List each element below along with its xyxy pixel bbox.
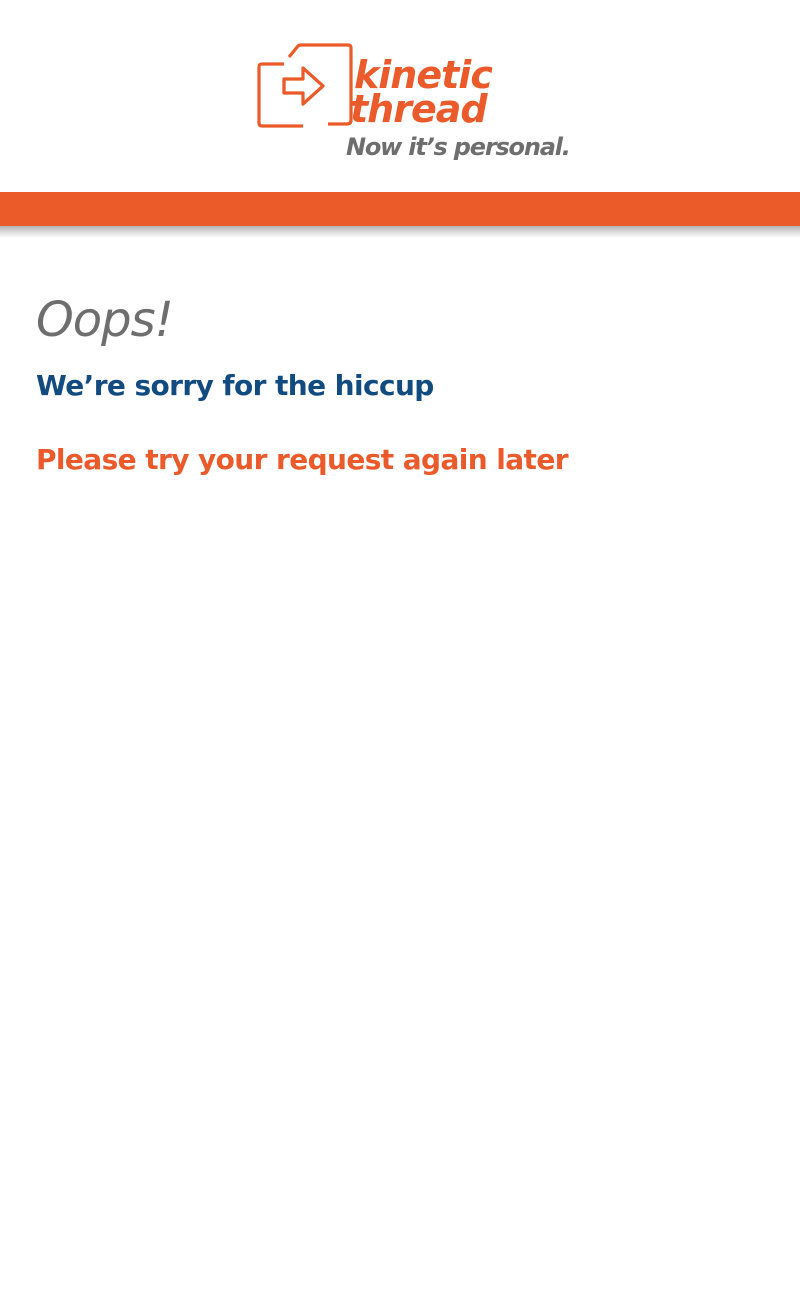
kinetic-thread-logo[interactable]: kinetic thread Now it’s personal. bbox=[256, 42, 571, 168]
error-title: Oops! bbox=[36, 292, 174, 348]
header-accent-bar bbox=[0, 192, 800, 226]
error-retry-message: Please try your request again later bbox=[36, 443, 569, 476]
site-header: kinetic thread Now it’s personal. bbox=[0, 0, 800, 192]
error-subtitle: We’re sorry for the hiccup bbox=[36, 369, 434, 402]
error-message-panel: Oops! We’re sorry for the hiccup Please … bbox=[36, 290, 766, 480]
brand-name-line2: thread bbox=[350, 87, 488, 131]
header-bar-shadow bbox=[0, 226, 800, 238]
arrow-into-box-icon bbox=[257, 43, 353, 128]
brand-tagline: Now it’s personal. bbox=[346, 133, 571, 161]
